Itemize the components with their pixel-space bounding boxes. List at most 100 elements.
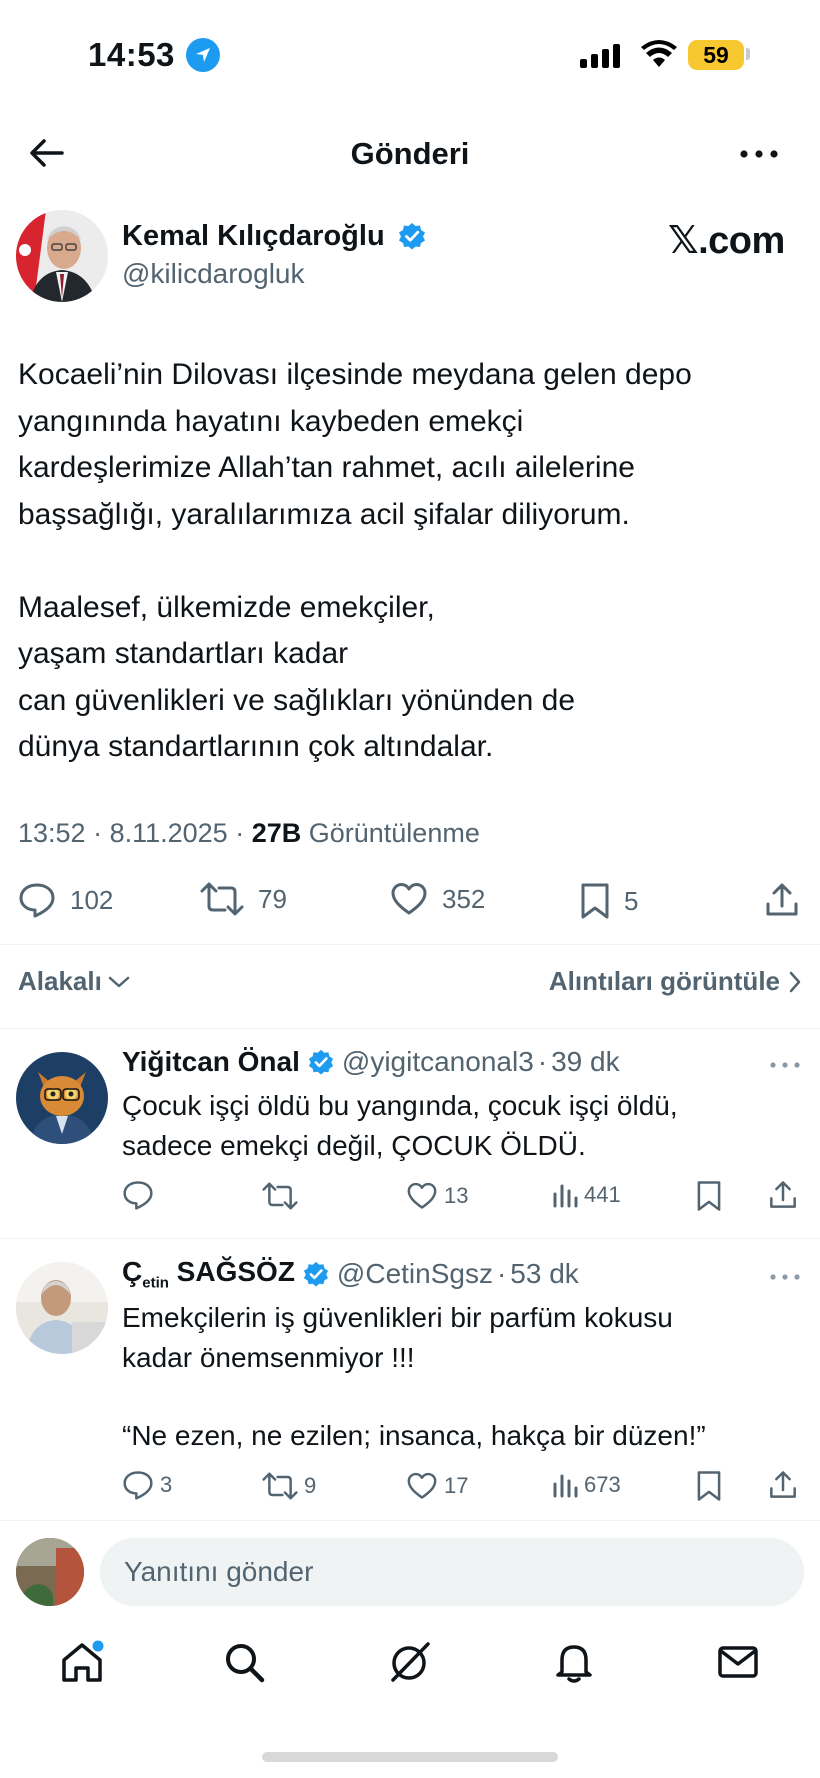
- bookmark-icon[interactable]: [696, 1470, 722, 1502]
- home-icon[interactable]: [60, 1640, 104, 1684]
- reply-views-button[interactable]: 441: [552, 1182, 621, 1208]
- reply-reply-button[interactable]: 3: [122, 1470, 172, 1500]
- more-horizontal-icon[interactable]: [770, 1062, 800, 1068]
- reply-views-count: 673: [584, 1472, 621, 1497]
- heart-icon: [407, 1182, 437, 1209]
- views-count: 27B: [251, 818, 302, 848]
- battery-tip: [746, 48, 750, 60]
- reply-time: 53 dk: [510, 1257, 579, 1289]
- like-count: 352: [442, 883, 486, 914]
- reply-like-count: 17: [444, 1473, 469, 1498]
- name-part1: Ç: [122, 1256, 143, 1287]
- reply-button[interactable]: 102: [18, 882, 113, 918]
- share-button[interactable]: [764, 882, 800, 918]
- reply-repost-button[interactable]: 9: [262, 1472, 316, 1500]
- reply-line: Emekçilerin iş güvenlikleri bir parfüm k…: [122, 1302, 673, 1333]
- more-horizontal-icon[interactable]: [740, 150, 778, 158]
- reply-quote-line: “Ne ezen, ne ezilen; insanca, hakça bir …: [122, 1420, 706, 1451]
- repost-icon: [262, 1472, 298, 1500]
- share-icon: [766, 883, 798, 916]
- reply-reply-button[interactable]: [122, 1180, 160, 1210]
- cellular-signal-icon: [580, 44, 620, 68]
- reply-views-button[interactable]: 673: [552, 1472, 621, 1498]
- reply-input[interactable]: Yanıtını gönder: [100, 1538, 804, 1606]
- reply-header: Yiğitcan Önal @yigitcanonal3 · 39 dk: [122, 1046, 620, 1078]
- repost-button[interactable]: 79: [200, 882, 287, 916]
- reply-repost-button[interactable]: [262, 1182, 304, 1210]
- reply-text: Çocuk işçi öldü bu yangında, çocuk işçi …: [122, 1086, 678, 1166]
- view-quotes-link[interactable]: Alıntıları görüntüle: [549, 966, 802, 997]
- sort-label: Alakalı: [18, 966, 102, 996]
- bookmark-icon[interactable]: [696, 1180, 722, 1212]
- post-line: yaşam standartları kadar: [18, 637, 349, 670]
- x-watermark: 𝕏.com: [668, 220, 785, 262]
- reply-header: Çetin SAĞSÖZ @CetinSgsz · 53 dk: [122, 1256, 579, 1292]
- reply-text: Emekçilerin iş güvenlikleri bir parfüm k…: [122, 1298, 706, 1456]
- reply-time: 39 dk: [551, 1046, 620, 1077]
- name-part2: SAĞSÖZ: [168, 1256, 295, 1287]
- reply-line: Çocuk işçi öldü bu yangında, çocuk işçi …: [122, 1090, 678, 1121]
- post-line: Kocaeli’nin Dilovası ilçesinde meydana g…: [18, 358, 692, 391]
- reply-author-name[interactable]: Çetin SAĞSÖZ: [122, 1256, 295, 1292]
- reply-avatar[interactable]: [16, 1262, 108, 1354]
- views-label: Görüntülenme: [308, 818, 480, 848]
- verified-badge-icon: [303, 1261, 328, 1287]
- notifications-bell-icon[interactable]: [552, 1640, 596, 1684]
- share-icon[interactable]: [768, 1180, 798, 1210]
- post-line: kardeşlerimize Allah’tan rahmet, acılı a…: [18, 451, 635, 484]
- reply-author-name[interactable]: Yiğitcan Önal: [122, 1046, 300, 1078]
- reply-like-button[interactable]: 13: [406, 1182, 468, 1210]
- divider: [0, 1028, 820, 1029]
- grok-icon[interactable]: [388, 1640, 432, 1684]
- post-line: yangınında hayatını kaybeden emekçi: [18, 404, 524, 438]
- name-sub: etin: [142, 1274, 169, 1292]
- reply-like-count: 13: [444, 1183, 469, 1208]
- reply-icon: [123, 1181, 153, 1210]
- author-avatar[interactable]: [16, 210, 108, 302]
- share-icon[interactable]: [768, 1470, 798, 1500]
- repost-icon: [200, 882, 244, 916]
- reply-line: sadece emekçi değil, ÇOCUK ÖLDÜ.: [122, 1130, 586, 1161]
- battery-icon: 59: [688, 40, 744, 70]
- analytics-icon: [553, 1184, 578, 1208]
- repost-count: 79: [258, 883, 287, 914]
- bookmark-icon: [581, 883, 609, 919]
- reply-views-count: 441: [584, 1182, 621, 1207]
- reply-count: 102: [70, 884, 114, 915]
- reply-icon: [19, 883, 55, 918]
- page-title: Gönderi: [350, 136, 470, 171]
- chevron-right-icon: [789, 971, 801, 992]
- bookmark-button[interactable]: 5: [580, 882, 638, 920]
- reply-reply-count: 3: [160, 1472, 173, 1497]
- reply-author-handle[interactable]: @CetinSgsz: [337, 1258, 493, 1290]
- search-icon[interactable]: [222, 1640, 266, 1684]
- post-text: Kocaeli’nin Dilovası ilçesinde meydana g…: [18, 352, 808, 771]
- reply-author-handle[interactable]: @yigitcanonal3: [342, 1046, 534, 1078]
- status-time: 14:53: [88, 36, 175, 73]
- bookmark-count: 5: [624, 885, 639, 916]
- reply-like-button[interactable]: 17: [406, 1472, 468, 1500]
- messages-envelope-icon[interactable]: [716, 1640, 760, 1684]
- heart-icon: [391, 883, 427, 915]
- home-indicator: [262, 1752, 558, 1762]
- author-name[interactable]: Kemal Kılıçdaroğlu: [122, 220, 385, 253]
- reply-line: kadar önemsenmiyor !!!: [122, 1342, 415, 1373]
- battery-level: 59: [703, 41, 729, 68]
- divider: [0, 1520, 820, 1521]
- repost-icon: [262, 1182, 298, 1210]
- like-button[interactable]: 352: [390, 882, 485, 916]
- reply-separator: ·: [537, 1046, 548, 1077]
- more-horizontal-icon[interactable]: [770, 1274, 800, 1280]
- reply-avatar[interactable]: [16, 1052, 108, 1144]
- sort-dropdown[interactable]: Alakalı: [18, 966, 130, 997]
- post-line: can güvenlikleri ve sağlıkları yönünden …: [18, 683, 576, 717]
- divider: [0, 944, 820, 945]
- verified-badge-icon: [308, 1049, 333, 1075]
- location-arrow-icon: [186, 38, 220, 72]
- heart-icon: [407, 1472, 437, 1499]
- post-meta: 13:52 · 8.11.2025 · 27B Görüntülenme: [18, 818, 480, 848]
- current-user-avatar[interactable]: [16, 1538, 84, 1606]
- verified-badge-icon: [398, 222, 426, 250]
- author-handle[interactable]: @kilicdarogluk: [122, 258, 305, 290]
- post-date: 8.11.2025: [109, 818, 228, 848]
